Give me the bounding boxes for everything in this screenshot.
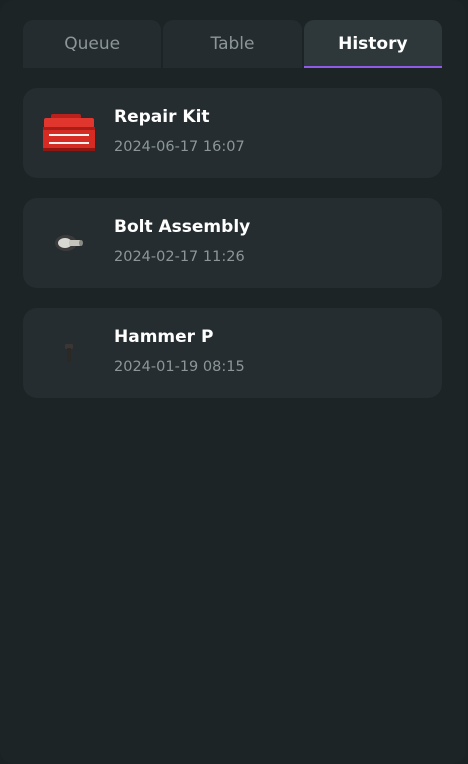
history-item-name: Bolt Assembly [114, 217, 251, 237]
bolt-assembly-icon [37, 218, 101, 268]
tab-table-label: Table [210, 34, 255, 54]
tab-queue-label: Queue [64, 34, 121, 54]
history-item-name: Repair Kit [114, 107, 210, 127]
tab-history[interactable]: History [303, 20, 443, 68]
history-item-name: Hammer P [114, 327, 214, 347]
history-item-repair-kit[interactable]: Repair Kit 2024-06-17 16:07 [23, 88, 442, 178]
history-item-hammer-p[interactable]: Hammer P 2024-01-19 08:15 [23, 308, 442, 398]
tab-bar: Queue Table History [23, 20, 443, 68]
hammer-icon [37, 328, 101, 378]
history-item-date: 2024-01-19 08:15 [114, 359, 245, 375]
tab-queue[interactable]: Queue [23, 20, 162, 68]
toolbox-icon [37, 108, 101, 158]
history-panel: Queue Table History Repair Kit 2024-06-1… [0, 0, 466, 764]
history-list: Repair Kit 2024-06-17 16:07 Bolt Assembl… [23, 88, 442, 418]
tab-table[interactable]: Table [163, 20, 302, 68]
tab-history-label: History [338, 34, 408, 54]
history-item-date: 2024-02-17 11:26 [114, 249, 245, 265]
history-item-bolt-assembly[interactable]: Bolt Assembly 2024-02-17 11:26 [23, 198, 442, 288]
history-item-date: 2024-06-17 16:07 [114, 139, 245, 155]
